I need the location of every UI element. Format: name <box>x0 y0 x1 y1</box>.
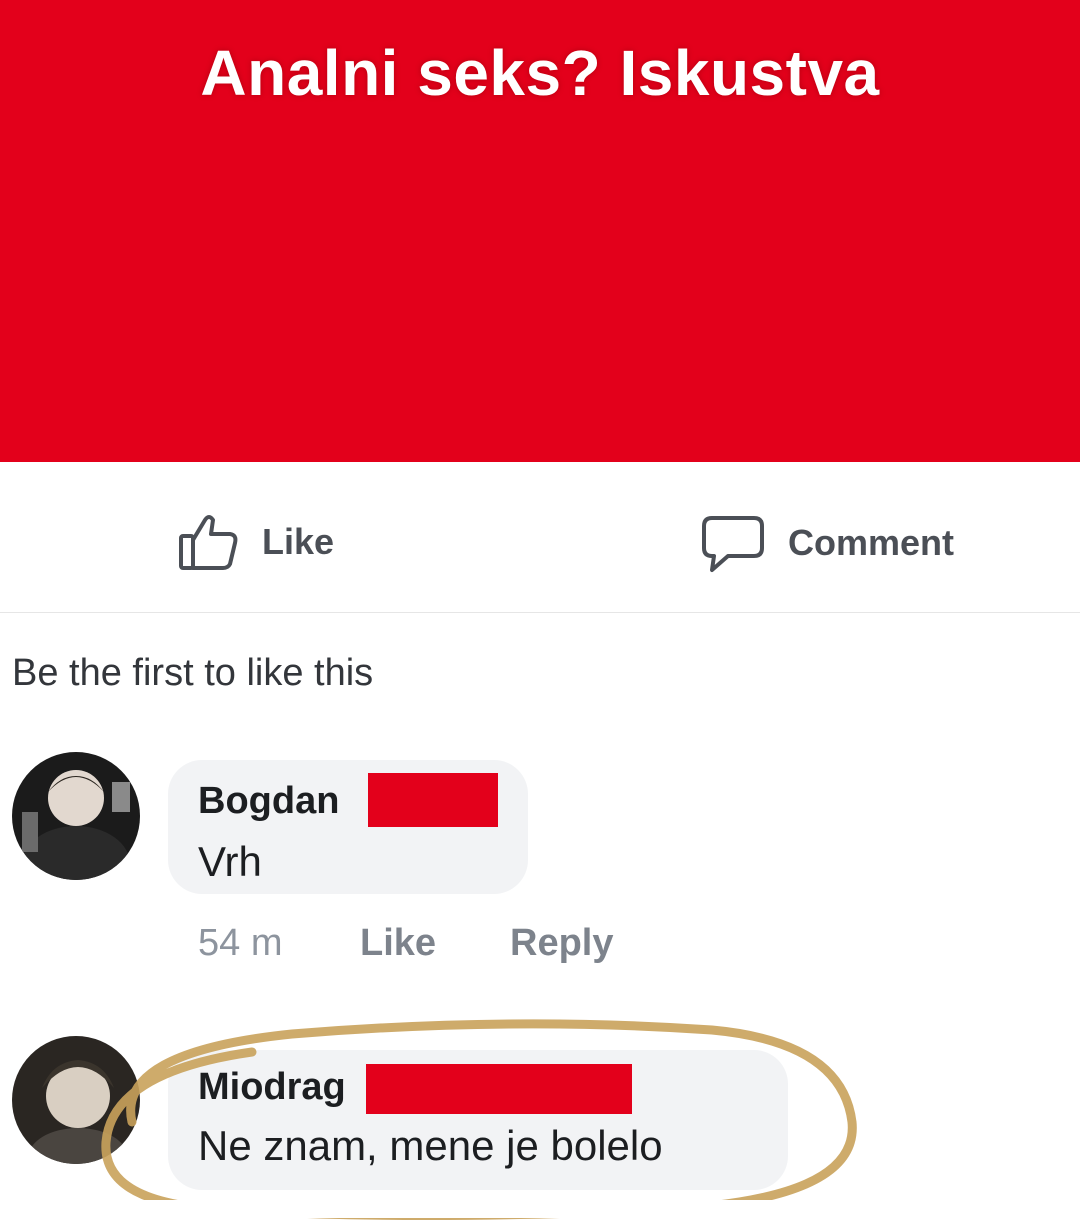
comment-reply-link[interactable]: Reply <box>510 922 613 965</box>
speech-bubble-icon <box>700 512 766 574</box>
comment-button-label: Comment <box>788 522 955 563</box>
comment-like-link[interactable]: Like <box>360 922 436 965</box>
post-image-banner: Analni seks? Iskustva <box>0 0 1080 462</box>
avatar[interactable] <box>12 1036 140 1164</box>
post-action-bar: Like Comment <box>0 462 1080 613</box>
comment-timestamp[interactable]: 54 m <box>198 922 282 965</box>
banner-title: Analni seks? Iskustva <box>200 37 880 109</box>
next-comment-edge <box>0 1200 1080 1218</box>
like-button[interactable]: Like <box>178 512 334 572</box>
redaction-bar <box>366 1064 632 1114</box>
comment-author[interactable]: Bogdan <box>198 780 339 823</box>
comment-button[interactable]: Comment <box>700 512 954 574</box>
like-button-label: Like <box>262 521 335 562</box>
avatar[interactable] <box>12 752 140 880</box>
thumbs-up-icon <box>178 512 240 572</box>
comment-author[interactable]: Miodrag <box>198 1066 346 1109</box>
comment-text: Ne znam, mene je bolelo <box>198 1122 663 1169</box>
redaction-bar <box>368 773 498 827</box>
comment-text: Vrh <box>198 838 262 885</box>
reaction-summary[interactable]: Be the first to like this <box>12 652 373 695</box>
